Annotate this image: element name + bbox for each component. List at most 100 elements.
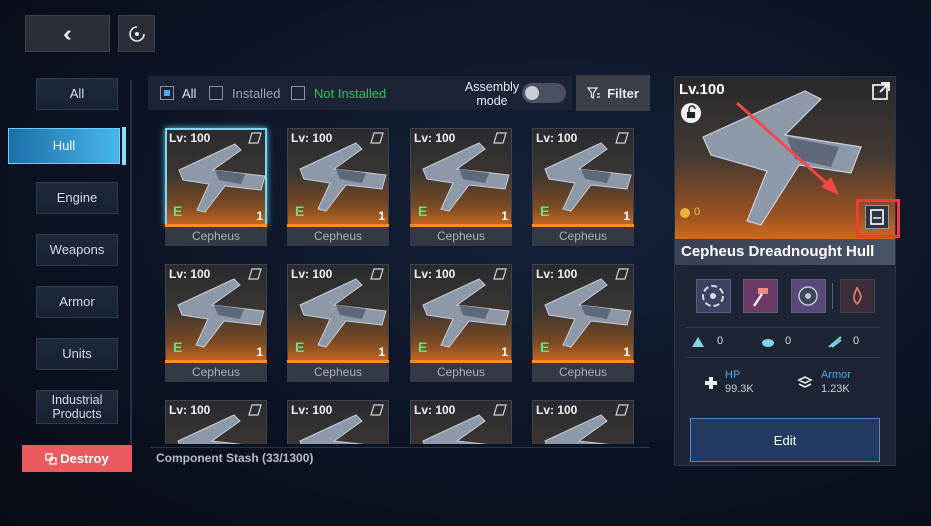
ship-icon xyxy=(422,278,510,348)
grade-label: E xyxy=(295,203,305,219)
count-label: 1 xyxy=(501,345,508,359)
radar-button[interactable] xyxy=(118,15,155,52)
component-card[interactable]: Lv: 100 xyxy=(532,400,634,444)
assembly-mode-toggle[interactable] xyxy=(522,83,566,103)
sidebar-divider xyxy=(130,80,132,444)
grade-label: E xyxy=(418,203,428,219)
toggle-knob xyxy=(525,86,539,100)
vortex-icon xyxy=(702,285,724,307)
filter-button[interactable]: Filter xyxy=(576,75,650,111)
hp-value: 99.3K xyxy=(725,383,754,395)
hammer-icon xyxy=(752,288,768,307)
all-checkbox[interactable] xyxy=(160,86,174,100)
sidebar-item-units[interactable]: Units xyxy=(36,338,118,370)
component-card[interactable]: Lv: 100 E 1 Cepheus xyxy=(532,128,634,246)
edit-button[interactable]: Edit xyxy=(690,418,880,462)
count-label: 1 xyxy=(623,345,630,359)
ship-icon xyxy=(178,143,265,213)
component-card[interactable]: Lv: 100 E 1 Cepheus xyxy=(287,264,389,382)
count-label: 1 xyxy=(378,345,385,359)
installed-checkbox-label: Installed xyxy=(232,86,281,101)
component-card[interactable]: Lv: 100 xyxy=(287,400,389,444)
component-card[interactable]: Lv: 100 E 1 Cepheus xyxy=(410,128,512,246)
not-installed-checkbox[interactable] xyxy=(291,86,305,100)
component-card[interactable]: Lv: 100 E 1 Cepheus xyxy=(532,264,634,382)
component-card[interactable]: Lv: 100 E 1 Cepheus xyxy=(165,128,267,246)
destroy-button[interactable]: Destroy xyxy=(22,445,132,472)
flame-icon xyxy=(853,286,862,306)
armor-icon xyxy=(797,376,813,388)
module-slot[interactable] xyxy=(696,279,731,313)
sidebar-item-armor[interactable]: Armor xyxy=(36,286,118,318)
armor-label: Armor xyxy=(821,369,851,381)
ship-icon xyxy=(544,278,632,348)
hull-type-icon xyxy=(493,404,507,416)
component-card[interactable]: Lv: 100 xyxy=(165,400,267,444)
module-slot[interactable] xyxy=(791,279,826,313)
sidebar-item-all[interactable]: All xyxy=(36,78,118,110)
hull-type-icon xyxy=(615,132,629,144)
card-name: Cepheus xyxy=(165,363,267,382)
count-label: 1 xyxy=(501,209,508,223)
hull-type-icon xyxy=(493,132,507,144)
count-label: 1 xyxy=(256,209,263,223)
back-button[interactable]: ‹‹ xyxy=(25,15,110,52)
stat-small-value: 0 xyxy=(785,335,792,347)
grade-label: E xyxy=(540,339,550,355)
ship-icon xyxy=(422,142,510,212)
ship-icon xyxy=(299,142,387,212)
count-label: 1 xyxy=(378,209,385,223)
component-card[interactable]: Lv: 100 E 1 Cepheus xyxy=(410,264,512,382)
component-card[interactable]: Lv: 100 E 1 Cepheus xyxy=(287,128,389,246)
count-label: 1 xyxy=(256,345,263,359)
hull-type-icon xyxy=(615,404,629,416)
card-name: Cepheus xyxy=(165,227,267,246)
sidebar-item-hull[interactable]: Hull xyxy=(8,128,120,164)
stat-icon-a xyxy=(692,337,704,347)
stat-small-value: 0 xyxy=(853,335,860,347)
grade-label: E xyxy=(173,339,183,355)
unlock-icon xyxy=(687,105,696,118)
module-slot[interactable] xyxy=(743,279,778,313)
card-name: Cepheus xyxy=(287,227,389,246)
external-link-icon[interactable] xyxy=(871,81,891,101)
component-card[interactable]: Lv: 100 E 1 Cepheus xyxy=(165,264,267,382)
armor-value: 1.23K xyxy=(821,383,850,395)
power-icon xyxy=(680,208,690,218)
hull-type-icon xyxy=(370,132,384,144)
module-slot[interactable] xyxy=(840,279,875,313)
ship-icon xyxy=(544,142,632,212)
detail-panel: Lv.100 0 Cepheus Dreadnought Hull 0 0 0 … xyxy=(674,76,896,466)
component-grid: Lv: 100 E 1 Cepheus Lv: 100 E 1 Cepheus … xyxy=(150,118,650,444)
stats-divider xyxy=(685,327,880,328)
disc-icon xyxy=(798,286,818,306)
hp-label: HP xyxy=(725,369,741,381)
card-name: Cepheus xyxy=(532,363,634,382)
sidebar-active-indicator xyxy=(122,127,126,165)
filter-icon xyxy=(587,87,601,99)
hull-type-icon xyxy=(248,132,262,144)
stash-divider xyxy=(150,447,650,448)
hull-type-icon xyxy=(370,404,384,416)
sidebar-item-weapons[interactable]: Weapons xyxy=(36,234,118,266)
grade-label: E xyxy=(295,339,305,355)
hull-title: Cepheus Dreadnought Hull xyxy=(675,239,895,265)
hull-type-icon xyxy=(248,404,262,416)
stat-icon-c xyxy=(828,336,842,348)
component-card[interactable]: Lv: 100 xyxy=(410,400,512,444)
grade-label: E xyxy=(418,339,428,355)
detail-level: Lv.100 xyxy=(679,81,725,98)
power-value: 0 xyxy=(694,206,701,218)
destroy-icon xyxy=(45,452,57,465)
hull-type-icon xyxy=(370,268,384,280)
hull-type-icon xyxy=(248,268,262,280)
card-name: Cepheus xyxy=(287,363,389,382)
grade-label: E xyxy=(540,203,550,219)
hull-type-icon xyxy=(493,268,507,280)
grade-label: E xyxy=(173,203,183,219)
lock-button[interactable] xyxy=(681,103,701,123)
sidebar-item-industrial-products[interactable]: Industrial Products xyxy=(36,390,118,424)
ship-icon xyxy=(177,278,265,348)
installed-checkbox[interactable] xyxy=(209,86,223,100)
sidebar-item-engine[interactable]: Engine xyxy=(36,182,118,214)
